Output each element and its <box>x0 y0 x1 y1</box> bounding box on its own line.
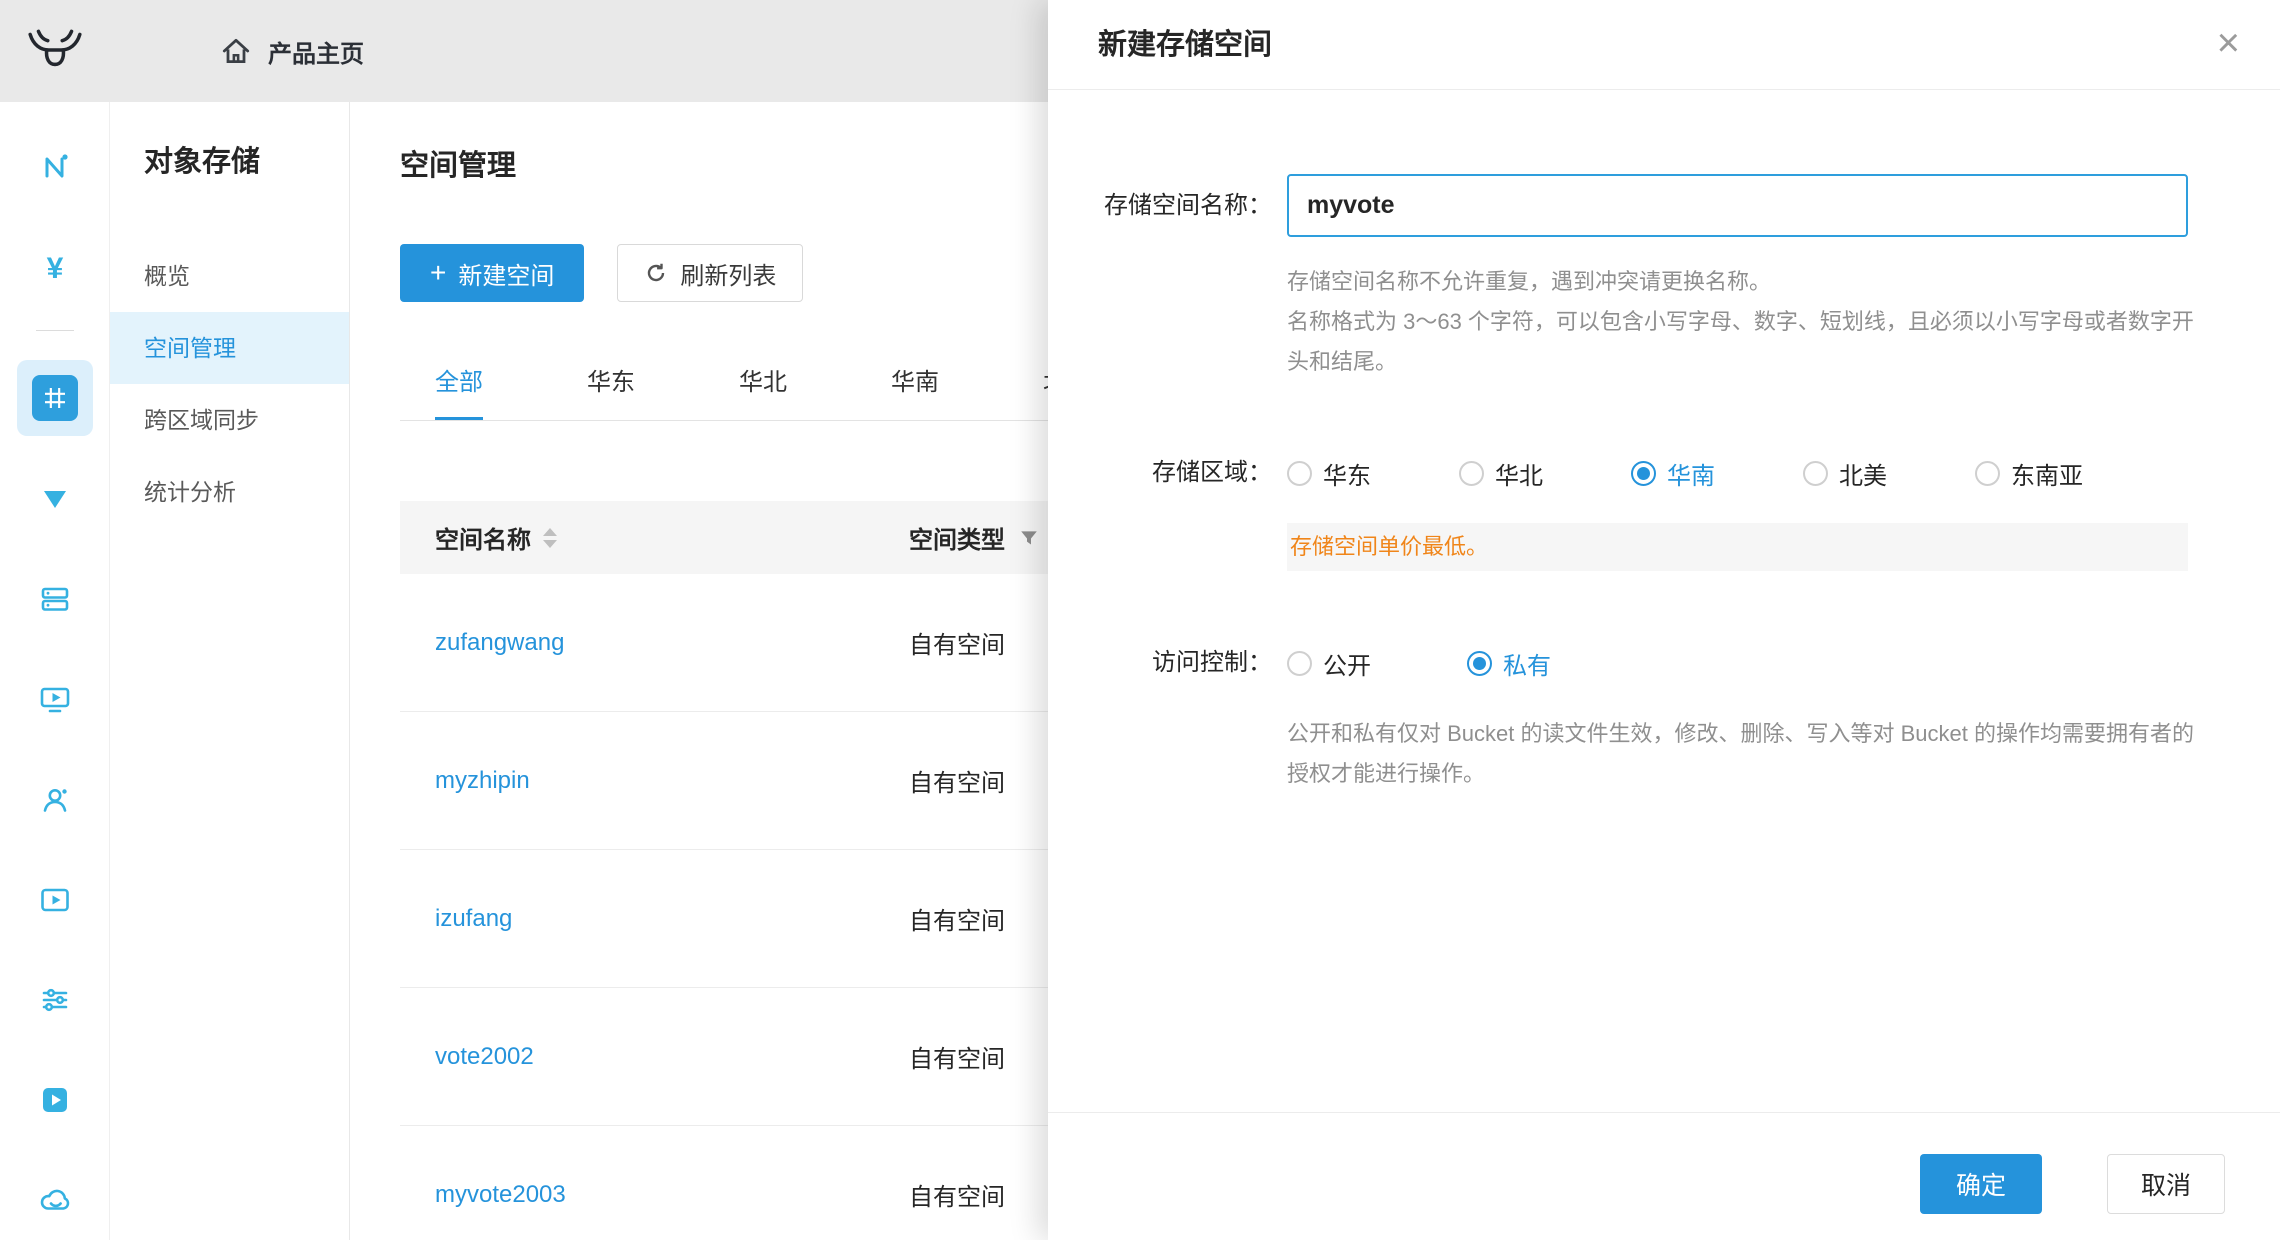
face-recognition-icon[interactable] <box>0 782 110 818</box>
access-option-public[interactable]: 公开 <box>1287 646 1371 681</box>
region-option-north-china[interactable]: 华北 <box>1459 456 1543 491</box>
bucket-type: 自有空间 <box>909 763 1005 798</box>
plus-icon: + <box>430 259 446 287</box>
column-space-type: 空间类型 <box>909 520 1005 555</box>
video-on-demand-icon[interactable] <box>0 882 110 918</box>
column-space-name: 空间名称 <box>435 520 531 555</box>
database-icon[interactable] <box>0 581 110 617</box>
live-streaming-icon[interactable] <box>0 149 110 185</box>
sidebar-item-cross-region-sync[interactable]: 跨区域同步 <box>110 384 349 456</box>
tab-south-china[interactable]: 华南 <box>891 362 939 421</box>
bucket-type: 自有空间 <box>909 1177 1005 1212</box>
product-home-label: 产品主页 <box>268 34 364 69</box>
media-processing-icon[interactable] <box>0 681 110 717</box>
bucket-link[interactable]: zufangwang <box>435 629 564 657</box>
access-option-private[interactable]: 私有 <box>1467 646 1551 681</box>
sidebar-title: 对象存储 <box>144 138 349 180</box>
region-option-north-america[interactable]: 北美 <box>1803 456 1887 491</box>
sidebar-item-space-management[interactable]: 空间管理 <box>110 312 349 384</box>
qiniu-bull-icon <box>24 26 86 76</box>
radio-icon <box>1975 461 2000 486</box>
radio-icon <box>1459 461 1484 486</box>
create-bucket-drawer: 新建存储空间 × 存储空间名称： 存储空间名称不允许重复，遇到冲突请更换名称。 … <box>1048 0 2280 1240</box>
tab-east-china[interactable]: 华东 <box>587 362 635 421</box>
refresh-icon <box>644 261 668 285</box>
drawer-title: 新建存储空间 <box>1098 0 1272 90</box>
qiniu-logo[interactable] <box>0 26 110 76</box>
region-tabs: 全部 华东 华北 华南 北美 <box>435 348 1091 421</box>
bucket-name-input[interactable] <box>1287 174 2188 237</box>
tab-all[interactable]: 全部 <box>435 362 483 421</box>
cdn-icon[interactable] <box>0 481 110 517</box>
data-pipeline-icon[interactable] <box>0 982 110 1018</box>
access-control-help: 公开和私有仅对 Bucket 的读文件生效，修改、删除、写入等对 Bucket … <box>1287 714 2205 794</box>
tab-north-china[interactable]: 华北 <box>739 362 787 421</box>
sidebar-menu: 概览 空间管理 跨区域同步 统计分析 <box>110 240 349 528</box>
region-radio-group: 华东 华北 华南 北美 东南亚 <box>1287 448 2083 498</box>
billing-icon[interactable]: ¥ <box>0 251 110 287</box>
rail-divider <box>36 330 74 331</box>
object-storage-sidebar: 对象存储 概览 空间管理 跨区域同步 统计分析 <box>110 102 350 1240</box>
filter-icon[interactable] <box>1019 528 1039 548</box>
region-label: 存储区域： <box>1048 448 1272 498</box>
sidebar-item-statistics[interactable]: 统计分析 <box>110 456 349 528</box>
drawer-header: 新建存储空间 × <box>1048 0 2280 90</box>
region-option-south-china[interactable]: 华南 <box>1631 456 1715 491</box>
bucket-name-label: 存储空间名称： <box>1048 174 1272 237</box>
player-icon[interactable] <box>0 1082 110 1118</box>
toolbar: + 新建空间 刷新列表 <box>400 244 803 302</box>
bucket-name-help: 存储空间名称不允许重复，遇到冲突请更换名称。 名称格式为 3～63 个字符，可以… <box>1287 262 2205 382</box>
radio-icon <box>1803 461 1828 486</box>
bucket-type: 自有空间 <box>909 625 1005 660</box>
radio-icon <box>1287 651 1312 676</box>
cancel-button[interactable]: 取消 <box>2107 1154 2225 1214</box>
bucket-link[interactable]: myzhipin <box>435 767 530 795</box>
region-option-east-china[interactable]: 华东 <box>1287 456 1371 491</box>
active-product-highlight <box>17 360 93 436</box>
refresh-list-button[interactable]: 刷新列表 <box>617 244 803 302</box>
radio-selected-icon <box>1467 651 1492 676</box>
bucket-link[interactable]: myvote2003 <box>435 1181 566 1209</box>
object-storage-icon[interactable] <box>0 360 110 436</box>
grid-icon <box>40 383 70 413</box>
product-icon-rail: ¥ <box>0 102 110 1240</box>
radio-selected-icon <box>1631 461 1656 486</box>
region-option-southeast-asia[interactable]: 东南亚 <box>1975 456 2083 491</box>
page-title: 空间管理 <box>400 142 516 184</box>
bucket-type: 自有空间 <box>909 1039 1005 1074</box>
sort-icon[interactable] <box>543 528 557 548</box>
new-space-button[interactable]: + 新建空间 <box>400 244 584 302</box>
drawer-footer: 确定 取消 <box>1048 1112 2280 1240</box>
access-control-label: 访问控制： <box>1048 638 1272 688</box>
close-icon[interactable]: × <box>2217 0 2240 86</box>
access-radio-group: 公开 私有 <box>1287 638 1551 688</box>
product-home-link[interactable]: 产品主页 <box>220 34 364 69</box>
radio-icon <box>1287 461 1312 486</box>
bucket-link[interactable]: vote2002 <box>435 1043 534 1071</box>
cloud-service-icon[interactable] <box>0 1182 110 1218</box>
bucket-type: 自有空间 <box>909 901 1005 936</box>
region-price-note: 存储空间单价最低。 <box>1287 523 2188 571</box>
sidebar-item-overview[interactable]: 概览 <box>110 240 349 312</box>
app-root: 产品主页 ¥ <box>0 0 2280 1240</box>
bucket-link[interactable]: izufang <box>435 905 512 933</box>
confirm-button[interactable]: 确定 <box>1920 1154 2042 1214</box>
home-icon <box>220 35 252 67</box>
